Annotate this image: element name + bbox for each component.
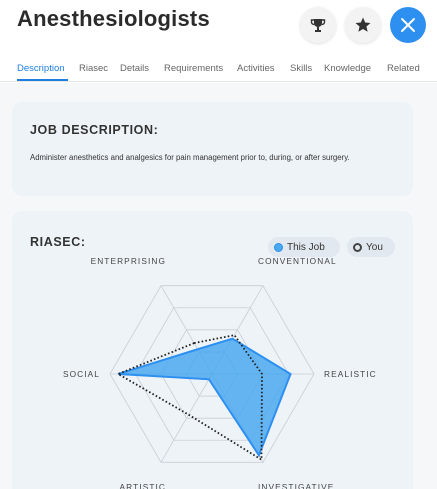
trophy-icon xyxy=(310,19,326,32)
job-description-text: Administer anesthetics and analgesics fo… xyxy=(30,153,350,162)
axis-label-realistic: REALISTIC xyxy=(324,369,377,379)
tab-requirements[interactable]: Requirements xyxy=(164,63,223,74)
close-icon xyxy=(401,18,415,32)
favorite-button[interactable] xyxy=(345,7,381,43)
tab-description[interactable]: Description xyxy=(17,63,65,74)
axis-label-social: SOCIAL xyxy=(63,369,100,379)
tab-knowledge[interactable]: Knowledge xyxy=(324,63,371,74)
job-description-card: JOB DESCRIPTION: Administer anesthetics … xyxy=(12,102,413,196)
trophy-button[interactable] xyxy=(300,7,336,43)
tab-details[interactable]: Details xyxy=(120,63,149,74)
tab-activities[interactable]: Activities xyxy=(237,63,274,74)
axis-label-enterprising: ENTERPRISING xyxy=(91,256,166,266)
axis-label-artistic: ARTISTIC xyxy=(120,482,166,489)
close-button[interactable] xyxy=(390,7,426,43)
series-this-job-area xyxy=(117,337,292,458)
tab-riasec[interactable]: Riasec xyxy=(79,63,108,74)
riasec-card: RIASEC: This Job You ENTERPRISING CONVENT… xyxy=(12,211,413,489)
tab-related[interactable]: Related xyxy=(387,63,420,74)
content-area: JOB DESCRIPTION: Administer anesthetics … xyxy=(0,83,437,489)
axis-label-conventional: CONVENTIONAL xyxy=(258,256,337,266)
star-icon xyxy=(355,17,371,32)
active-tab-indicator xyxy=(17,79,68,81)
tab-bar: Description Riasec Details Requirements … xyxy=(0,58,437,82)
axis-label-investigative: INVESTIGATIVE xyxy=(258,482,334,489)
job-description-heading: JOB DESCRIPTION: xyxy=(30,123,159,137)
riasec-radar-chart: ENTERPRISING CONVENTIONAL REALISTIC INVESTI… xyxy=(63,256,377,489)
page-title: Anesthesiologists xyxy=(17,6,210,31)
app-header: Anesthesiologists xyxy=(0,0,437,52)
tab-skills[interactable]: Skills xyxy=(290,63,312,74)
